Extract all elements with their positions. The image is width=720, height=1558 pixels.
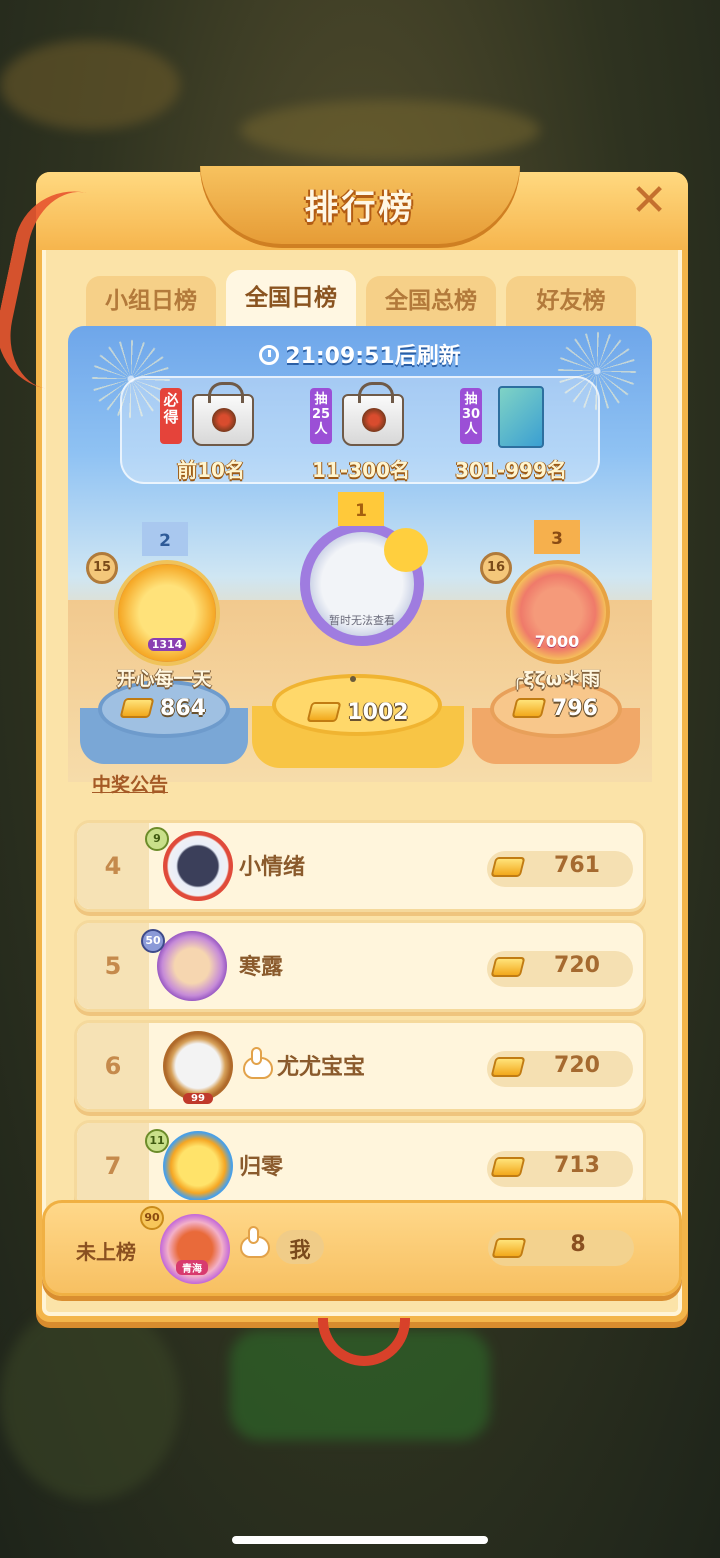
avatar[interactable]	[163, 831, 233, 901]
score-value: 1002	[347, 700, 409, 725]
reward-range: 301-999名	[455, 458, 567, 482]
list-item[interactable]: 5 50 寒露 720	[74, 920, 646, 1012]
score-value: 720	[554, 953, 600, 978]
player-name: 寒露	[239, 955, 284, 980]
rank-number: 5	[104, 952, 122, 980]
dialog-title: 排行榜	[304, 188, 416, 228]
podium-score-first: 1002	[294, 700, 424, 725]
avatar-frame-tag: 1314	[148, 638, 186, 651]
score-value: 796	[552, 696, 598, 721]
reward-badge: 抽30人	[460, 388, 482, 444]
reward-tiers: 必得 前10名 抽25人 11-300名 抽30人 301-999名	[120, 376, 600, 484]
avatar[interactable]	[163, 1131, 233, 1201]
reward-range: 前10名	[177, 458, 245, 482]
player-name: 尤尤宝宝	[277, 1055, 366, 1080]
gold-bar-icon	[490, 957, 526, 977]
countdown-time: 21:09:51	[285, 344, 395, 369]
reward-range: 11-300名	[312, 458, 410, 482]
level-badge: 16	[480, 552, 512, 584]
reward-tier-11-300[interactable]: 抽25人 11-300名	[286, 382, 436, 482]
tab-national-total[interactable]: 全国总榜	[366, 276, 496, 326]
avatar-region-tag: 青海	[176, 1260, 208, 1275]
close-icon: ✕	[630, 175, 668, 226]
podium-score-third: 796	[496, 696, 616, 721]
gold-bar-icon	[306, 702, 342, 722]
rank-number: 6	[104, 1052, 122, 1080]
level-badge: 15	[86, 552, 118, 584]
score-value: 720	[554, 1053, 600, 1078]
level-badge: 9	[145, 827, 169, 851]
tab-friends[interactable]: 好友榜	[506, 276, 636, 326]
background-blur	[240, 100, 540, 160]
rank-crown-second: 2	[142, 522, 188, 556]
gold-bar-icon	[490, 1157, 526, 1177]
level-badge: 99	[183, 1093, 213, 1104]
list-item[interactable]: 6 99 尤尤宝宝 720	[74, 1020, 646, 1112]
list-item[interactable]: 4 9 小情绪 761	[74, 820, 646, 912]
avatar[interactable]	[163, 1031, 233, 1101]
my-score: 8	[570, 1232, 586, 1257]
gold-bar-icon	[490, 1057, 526, 1077]
list-item[interactable]: 7 11 归零 713	[74, 1120, 646, 1212]
tote-bag-icon	[192, 382, 254, 446]
podium-score-second: 864	[104, 696, 224, 721]
gold-bar-icon	[119, 698, 155, 718]
my-name: 我	[289, 1238, 311, 1262]
reward-tier-top10[interactable]: 必得 前10名	[136, 382, 286, 482]
level-badge: 11	[145, 1129, 169, 1153]
rank-number: 4	[104, 852, 122, 880]
bunny-icon	[243, 1047, 273, 1079]
reward-badge: 抽25人	[310, 388, 332, 444]
player-name: 归零	[239, 1155, 284, 1180]
reward-badge: 必得	[160, 388, 182, 444]
bunny-icon	[240, 1226, 270, 1258]
my-rank-label: 未上榜	[76, 1240, 136, 1264]
refresh-countdown: 21:09:51后刷新	[68, 338, 652, 370]
rank-crown-first: 1	[338, 492, 384, 526]
tab-group-daily[interactable]: 小组日榜	[86, 276, 216, 326]
podium-name-third: ╭ξζω＊雨	[511, 668, 601, 690]
score-value: 864	[160, 696, 206, 721]
gold-bar-icon	[491, 1238, 527, 1258]
player-name: 小情绪	[239, 855, 306, 880]
picture-book-icon	[498, 386, 544, 448]
gold-bar-icon	[490, 857, 526, 877]
level-badge: 90	[140, 1206, 164, 1230]
tab-national-daily[interactable]: 全国日榜	[226, 270, 356, 326]
close-button[interactable]: ✕	[628, 179, 670, 223]
winner-announcement-link[interactable]: 中奖公告	[92, 770, 168, 797]
score-value: 761	[554, 853, 600, 878]
avatar[interactable]	[157, 931, 227, 1001]
rank-number: 7	[104, 1152, 122, 1180]
avatar-unavailable-text: 暂时无法查看	[329, 614, 395, 627]
podium-name-second: 开心每一天	[116, 668, 212, 690]
background-blur	[0, 1300, 180, 1500]
avatar-frame-tag: 7000	[534, 632, 580, 651]
reward-tier-301-999[interactable]: 抽30人 301-999名	[436, 384, 586, 482]
tote-bag-icon	[342, 382, 404, 446]
sun-decoration	[384, 528, 428, 572]
rank-crown-third: 3	[534, 520, 580, 554]
podium-name-first	[350, 676, 356, 682]
gold-bar-icon	[511, 698, 547, 718]
tab-bar: 小组日榜 全国日榜 全国总榜 好友榜	[86, 270, 636, 326]
level-badge: 50	[141, 929, 165, 953]
countdown-suffix: 后刷新	[394, 344, 461, 369]
score-value: 713	[554, 1153, 600, 1178]
home-indicator[interactable]	[232, 1536, 488, 1544]
background-blur	[0, 40, 180, 130]
clock-icon	[259, 345, 280, 365]
